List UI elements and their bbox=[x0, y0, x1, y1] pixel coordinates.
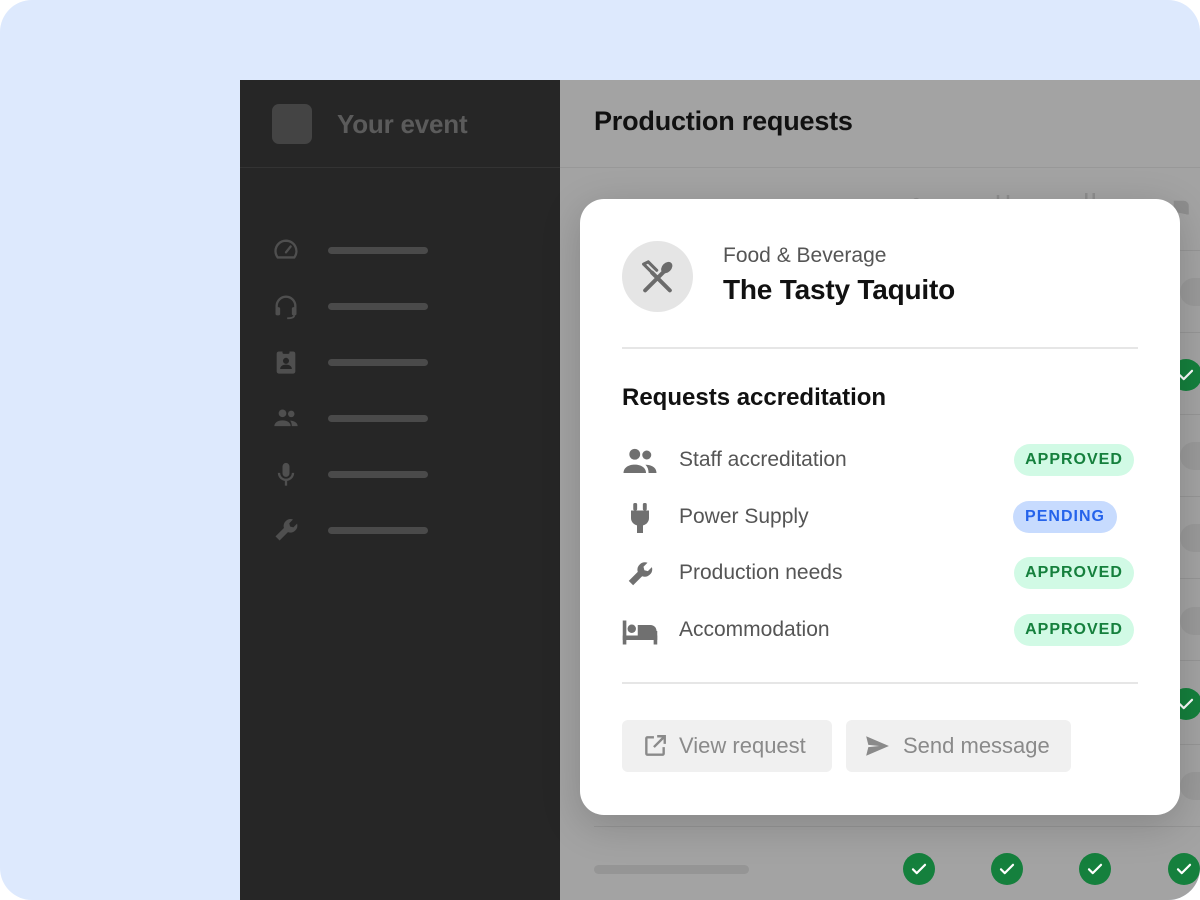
sidebar-item-people[interactable] bbox=[272, 404, 442, 432]
sidebar-item-production[interactable] bbox=[272, 516, 442, 544]
event-name: Your event bbox=[337, 109, 468, 139]
bed-icon bbox=[622, 620, 658, 645]
divider bbox=[622, 682, 1138, 684]
view-request-button[interactable]: View request bbox=[622, 720, 832, 772]
status-placeholder bbox=[1180, 524, 1200, 552]
page-title: Production requests bbox=[594, 106, 853, 136]
sidebar-item-placeholder bbox=[328, 303, 428, 310]
sidebar-item-placeholder bbox=[328, 415, 428, 422]
microphone-icon bbox=[277, 462, 295, 486]
vendor-name: The Tasty Taquito bbox=[723, 274, 956, 305]
people-icon bbox=[623, 448, 657, 473]
sidebar-item-placeholder bbox=[328, 359, 428, 366]
approved-check-icon bbox=[991, 853, 1023, 885]
request-row-accommodation: Accommodation APPROVED bbox=[622, 614, 1138, 648]
status-placeholder bbox=[1180, 278, 1200, 306]
request-label: Staff accreditation bbox=[679, 448, 847, 471]
status-badge: APPROVED bbox=[1014, 557, 1134, 589]
request-row-power: Power Supply PENDING bbox=[622, 501, 1138, 535]
request-label: Production needs bbox=[679, 561, 843, 584]
row-label-placeholder bbox=[594, 865, 749, 874]
event-logo bbox=[272, 104, 312, 144]
status-badge: APPROVED bbox=[1014, 444, 1134, 476]
table-row-divider bbox=[594, 826, 1200, 827]
sidebar-item-placeholder bbox=[328, 471, 428, 478]
sidebar-item-accreditation[interactable] bbox=[272, 348, 442, 376]
sidebar-item-microphone[interactable] bbox=[272, 460, 442, 488]
open-external-icon bbox=[645, 735, 666, 756]
sidebar-item-placeholder bbox=[328, 247, 428, 254]
badge-icon bbox=[276, 349, 296, 374]
status-badge: PENDING bbox=[1013, 501, 1117, 533]
vendor-category: Food & Beverage bbox=[723, 244, 887, 267]
sidebar: Your event bbox=[240, 80, 560, 900]
utensils-icon bbox=[642, 260, 673, 293]
status-placeholder bbox=[1180, 607, 1200, 635]
request-label: Power Supply bbox=[679, 505, 809, 528]
sidebar-item-support[interactable] bbox=[272, 292, 442, 320]
wrench-icon bbox=[275, 519, 298, 541]
view-request-label: View request bbox=[679, 733, 806, 758]
approved-check-icon bbox=[1079, 853, 1111, 885]
vendor-request-modal: Food & Beverage The Tasty Taquito Reques… bbox=[580, 199, 1180, 815]
section-title: Requests accreditation bbox=[622, 384, 887, 411]
request-label: Accommodation bbox=[679, 618, 830, 641]
headset-icon bbox=[275, 295, 297, 320]
wrench-icon bbox=[628, 562, 653, 586]
send-icon bbox=[866, 736, 889, 756]
background-frame: Your event Production requests Food & Be… bbox=[0, 0, 1200, 900]
divider bbox=[622, 347, 1138, 349]
approved-check-icon bbox=[903, 853, 935, 885]
people-icon bbox=[274, 409, 298, 427]
sidebar-brand: Your event bbox=[240, 80, 560, 168]
sidebar-item-placeholder bbox=[328, 527, 428, 534]
vendor-avatar bbox=[622, 241, 693, 312]
status-badge: APPROVED bbox=[1014, 614, 1134, 646]
request-row-staff: Staff accreditation APPROVED bbox=[622, 444, 1138, 478]
approved-check-icon bbox=[1168, 853, 1200, 885]
plug-icon bbox=[631, 503, 649, 533]
status-placeholder bbox=[1180, 772, 1200, 800]
request-row-production: Production needs APPROVED bbox=[622, 557, 1138, 591]
status-placeholder bbox=[1180, 442, 1200, 470]
speedometer-icon bbox=[274, 239, 298, 259]
send-message-label: Send message bbox=[903, 733, 1050, 758]
send-message-button[interactable]: Send message bbox=[846, 720, 1071, 772]
main-header: Production requests bbox=[560, 80, 1200, 168]
sidebar-item-dashboard[interactable] bbox=[272, 236, 442, 264]
